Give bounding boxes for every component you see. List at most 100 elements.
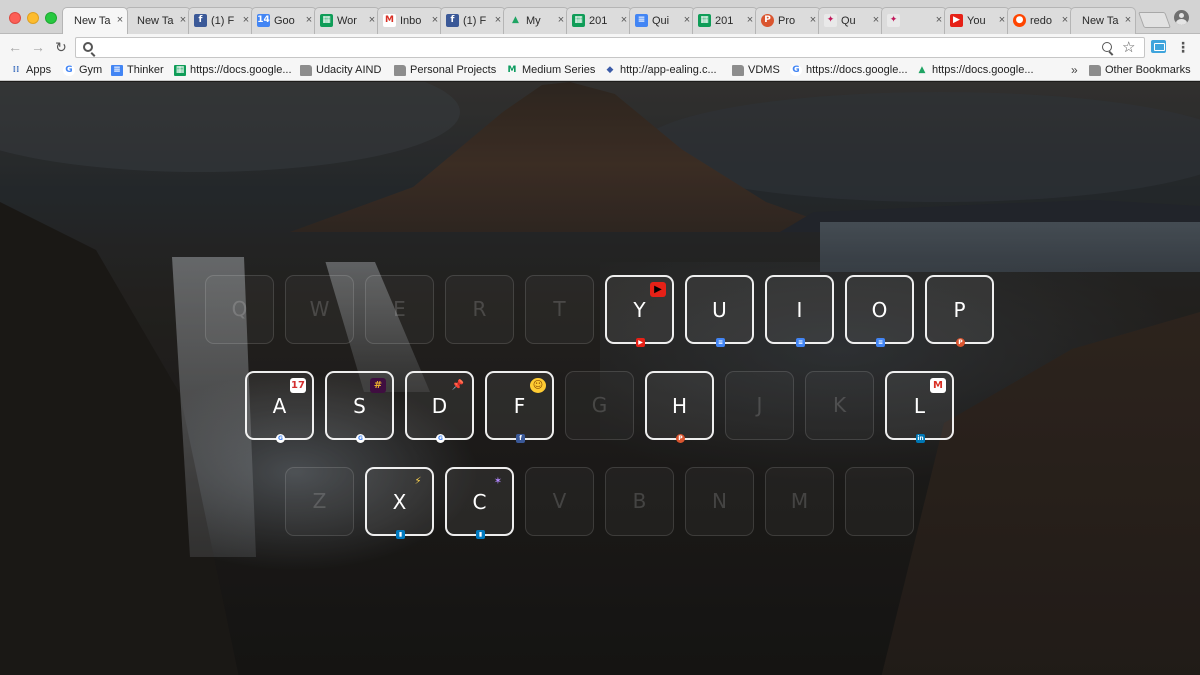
key-letter: T	[553, 297, 566, 321]
bookmark-label: Personal Projects	[410, 64, 497, 76]
browser-tab[interactable]: f (1) F ×	[188, 7, 254, 34]
product-hunt-icon: P	[676, 434, 685, 443]
medium-icon: M	[507, 65, 517, 75]
bookmark-label: Medium Series	[522, 64, 596, 76]
bookmarks-overflow-chevron-icon[interactable]: »	[1071, 63, 1078, 78]
linkedin-icon: in	[916, 434, 925, 443]
pin-icon: 📌	[451, 380, 465, 391]
bookmark-label: VDMS	[748, 64, 780, 76]
browser-tab[interactable]: New Ta ×	[125, 7, 191, 34]
key-letter: R	[472, 297, 487, 321]
bookmark-label: Thinker	[127, 64, 164, 76]
browser-tab[interactable]: M Inbo ×	[377, 7, 443, 34]
tab-title: redo	[1030, 15, 1053, 27]
browser-tab[interactable]: ● redo ×	[1007, 7, 1073, 34]
close-tab-icon[interactable]: ×	[114, 13, 126, 27]
youtube-icon: ▶	[650, 282, 666, 297]
gmail-icon: M	[930, 378, 946, 393]
bookmark-label: http://app-ealing.c...	[620, 64, 717, 76]
forward-arrow-icon[interactable]: →	[30, 38, 46, 56]
shortcut-key-v: V	[525, 467, 594, 536]
browser-tab[interactable]: ▶ You ×	[944, 7, 1010, 34]
browser-tab[interactable]: ▲ My ×	[503, 7, 569, 34]
tab-title: Inbo	[400, 15, 422, 27]
tab-title: Qui	[652, 15, 670, 27]
youtube-icon: ▶	[950, 14, 963, 27]
reload-icon[interactable]: ↻	[53, 38, 69, 56]
shortcut-key-j: J	[725, 371, 794, 440]
address-bar[interactable]: ☆	[75, 37, 1145, 58]
emoji-icon: ☺	[530, 378, 546, 393]
google-drive-icon: ▲	[512, 15, 519, 25]
key-letter: P	[953, 298, 966, 322]
google-docs-icon: ≡	[796, 338, 805, 347]
shortcut-key-o[interactable]: O ≡	[845, 275, 914, 347]
browser-tab[interactable]: ▦ 201 ×	[692, 7, 758, 34]
menu-kebab-icon[interactable]: ⋮	[1176, 39, 1190, 55]
shortcut-key-a[interactable]: A 17 G	[245, 371, 314, 443]
facebook-icon: f	[194, 14, 207, 27]
shortcut-key-n: N	[685, 467, 754, 536]
calendar-icon: 17	[290, 378, 306, 393]
shortcut-key-i[interactable]: I ≡	[765, 275, 834, 347]
key-letter: N	[712, 489, 727, 513]
extension-icon[interactable]	[1151, 40, 1166, 53]
browser-tab[interactable]: P Pro ×	[755, 7, 821, 34]
bookmark-label: https://docs.google...	[806, 64, 908, 76]
shortcut-key-p[interactable]: PP	[925, 275, 994, 347]
browser-tab[interactable]: ▦ Wor ×	[314, 7, 380, 34]
facebook-icon: f	[446, 14, 459, 27]
browser-tab[interactable]: ▦ 201 ×	[566, 7, 632, 34]
facebook-icon: f	[516, 434, 525, 443]
address-input[interactable]	[100, 39, 1080, 56]
browser-tab[interactable]: 14 Goo ×	[251, 7, 317, 34]
key-letter: E	[393, 297, 406, 321]
shortcut-key-s[interactable]: S # G	[325, 371, 394, 443]
folder-icon	[1089, 65, 1101, 76]
shortcut-key-y[interactable]: Y ▶ ▶	[605, 275, 674, 347]
profile-icon[interactable]	[1174, 10, 1189, 25]
google-sheets-icon: ▦	[698, 14, 711, 27]
browser-tab[interactable]: New Ta ×	[62, 7, 128, 34]
back-arrow-icon[interactable]: ←	[7, 38, 23, 56]
bookmarks-bar: » Other Bookmarks ⁞⁞ Apps G Gym ≡ Thinker ▦ htt…	[0, 60, 1200, 81]
maximize-window-button[interactable]	[45, 12, 57, 24]
shortcut-key-g: G	[565, 371, 634, 440]
shortcut-key-w: W	[285, 275, 354, 344]
globe-icon: ◆	[606, 65, 614, 75]
gmail-icon: M	[383, 14, 396, 27]
google-drive-icon: ▲	[918, 65, 926, 75]
shortcut-key-f[interactable]: F ☺ f	[485, 371, 554, 443]
shortcut-key-q: Q	[205, 275, 274, 344]
bookmark-label: Gym	[79, 64, 103, 76]
bookmark-star-icon[interactable]: ☆	[1122, 38, 1135, 57]
browser-tab[interactable]: ✦ ×	[881, 7, 947, 34]
close-window-button[interactable]	[9, 12, 21, 24]
shortcut-key-u[interactable]: U ≡	[685, 275, 754, 347]
google-docs-icon: ≡	[111, 65, 123, 76]
search-icon	[83, 42, 93, 52]
colorful-app-icon: ✦	[824, 14, 837, 27]
browser-tab[interactable]: ≡ Qui ×	[629, 7, 695, 34]
shortcut-key-l[interactable]: L Min	[885, 371, 954, 443]
new-tab-button[interactable]	[1138, 12, 1171, 28]
google-icon: G	[276, 434, 285, 443]
shortcut-key-x[interactable]: X ⚡ ▮	[365, 467, 434, 539]
lightning-icon: ⚡	[414, 476, 422, 487]
product-hunt-icon: P	[956, 338, 965, 347]
key-letter: Z	[312, 489, 327, 513]
browser-tab[interactable]: ✦ Qu ×	[818, 7, 884, 34]
tab-title: My	[526, 15, 541, 27]
close-tab-icon[interactable]: ×	[1122, 13, 1134, 27]
browser-tab[interactable]: f (1) F ×	[440, 7, 506, 34]
google-sheets-icon: ▦	[320, 14, 333, 27]
shortcut-key-d[interactable]: D 📌 G	[405, 371, 474, 443]
browser-tab[interactable]: New Ta ×	[1070, 7, 1136, 34]
minimize-window-button[interactable]	[27, 12, 39, 24]
shortcut-key-c[interactable]: C ✶ ▮	[445, 467, 514, 539]
shortcut-key-z: Z	[285, 467, 354, 536]
zoom-icon[interactable]	[1102, 42, 1112, 52]
tab-title: (1) F	[211, 15, 235, 27]
tab-strip: New Ta × New Ta × f (1) F × 14 Goo × ▦ Wor × M Inbo × f(…	[0, 0, 1200, 34]
shortcut-key-h[interactable]: HP	[645, 371, 714, 443]
